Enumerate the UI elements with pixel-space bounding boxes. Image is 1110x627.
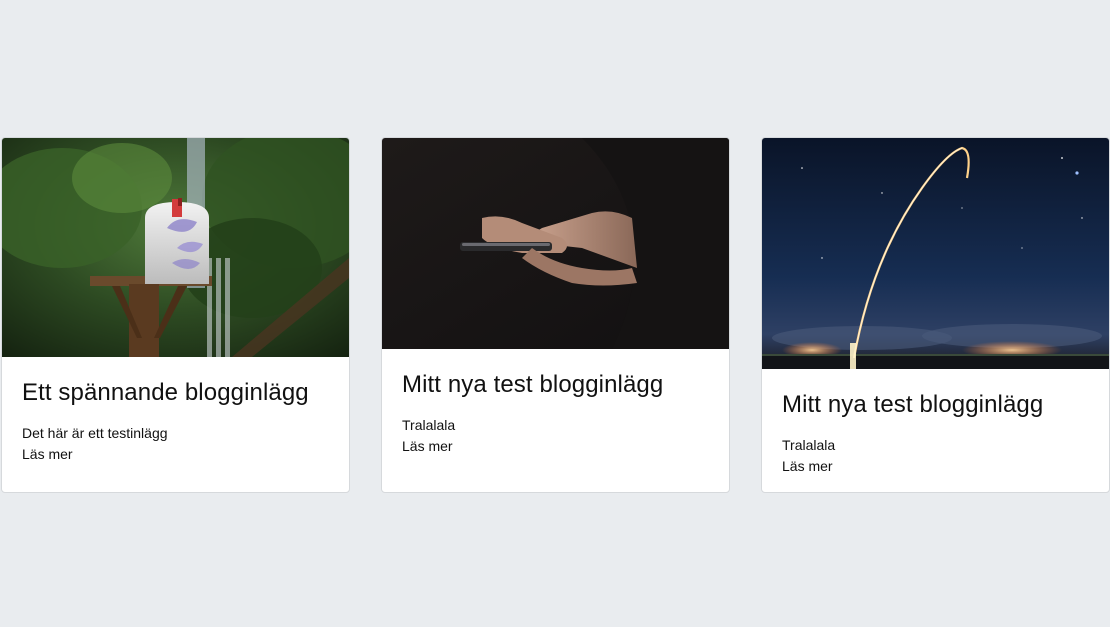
post-excerpt: Det här är ett testinlägg bbox=[22, 425, 168, 441]
rocket-launch-photo-image bbox=[762, 138, 1109, 369]
smartphone-hands-photo[interactable] bbox=[382, 138, 729, 349]
read-more-link[interactable]: Läs mer bbox=[402, 436, 709, 457]
read-more-link[interactable]: Läs mer bbox=[22, 444, 329, 465]
mailbox-photo[interactable] bbox=[2, 138, 349, 357]
post-title: Mitt nya test blogginlägg bbox=[782, 391, 1044, 418]
mailbox-photo-image bbox=[2, 138, 349, 357]
smartphone-hands-photo-image bbox=[382, 138, 729, 349]
post-title: Mitt nya test blogginlägg bbox=[402, 371, 664, 398]
rocket-launch-photo[interactable] bbox=[762, 138, 1109, 369]
blog-post-card: Ett spännande blogginlägg Det här är ett… bbox=[1, 137, 350, 493]
blog-post-card: Mitt nya test blogginlägg Tralalala Läs … bbox=[381, 137, 730, 493]
post-excerpt: Tralalala bbox=[782, 437, 836, 453]
post-excerpt: Tralalala bbox=[402, 417, 456, 433]
read-more-link[interactable]: Läs mer bbox=[782, 456, 1089, 477]
blog-post-list: Ett spännande blogginlägg Det här är ett… bbox=[0, 137, 1110, 493]
blog-post-card: Mitt nya test blogginlägg Tralalala Läs … bbox=[761, 137, 1110, 493]
post-title: Ett spännande blogginlägg bbox=[22, 379, 309, 406]
